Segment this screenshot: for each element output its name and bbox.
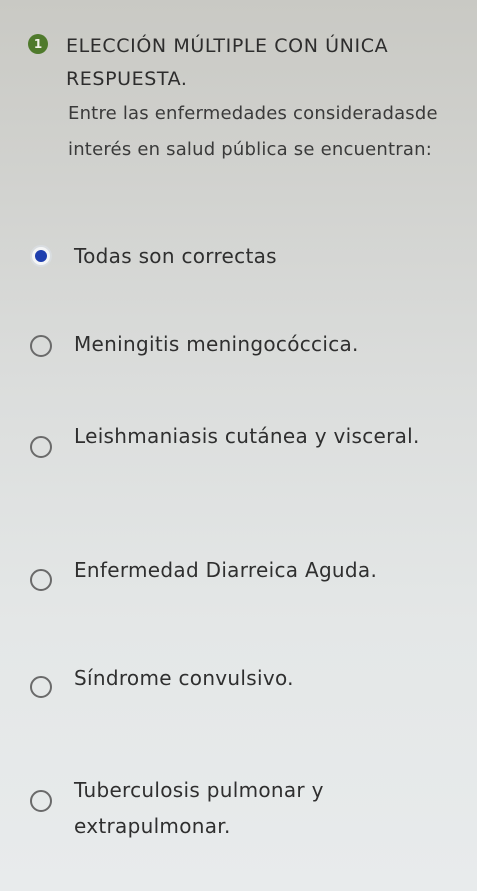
- question-number-badge: 1: [28, 34, 48, 54]
- option-leishmaniasis[interactable]: Leishmaniasis cutánea y visceral.: [14, 418, 464, 498]
- option-meningitis[interactable]: Meningitis meningocóccica.: [14, 326, 464, 366]
- option-label: Tuberculosis pulmonar y extrapulmonar.: [74, 778, 324, 838]
- option-tuberculosis[interactable]: Tuberculosis pulmonar y extrapulmonar.: [14, 772, 464, 852]
- radio-icon[interactable]: [30, 569, 52, 591]
- option-eda[interactable]: Enfermedad Diarreica Aguda.: [14, 552, 464, 592]
- radio-icon[interactable]: [30, 335, 52, 357]
- option-sindrome-convulsivo[interactable]: Síndrome convulsivo.: [14, 660, 464, 700]
- radio-icon[interactable]: [30, 676, 52, 698]
- option-label: Enfermedad Diarreica Aguda.: [74, 558, 378, 582]
- question-text: Entre las enfermedades consideradasde in…: [68, 103, 438, 160]
- radio-icon[interactable]: [30, 436, 52, 458]
- radio-icon[interactable]: [30, 790, 52, 812]
- option-label: Todas son correctas: [74, 244, 277, 268]
- option-label: Meningitis meningocóccica.: [74, 332, 359, 356]
- option-label: Leishmaniasis cutánea y visceral.: [74, 424, 420, 448]
- question-title: Elección múltiple con única respuesta.: [66, 35, 389, 90]
- option-todas-son-correctas[interactable]: Todas son correctas: [14, 238, 464, 278]
- option-label: Síndrome convulsivo.: [74, 666, 294, 690]
- radio-selected-icon[interactable]: [30, 245, 52, 267]
